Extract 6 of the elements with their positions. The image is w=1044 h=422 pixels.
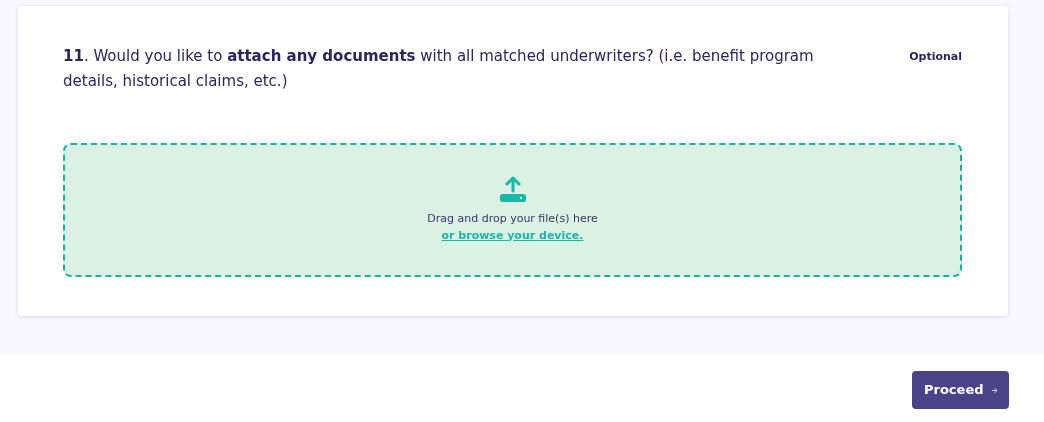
optional-label: Optional xyxy=(909,49,962,65)
dropzone-prompt: Drag and drop your file(s) here xyxy=(427,211,598,227)
question-text: 11. Would you like to attach any documents with all matched underwriters? (i.e. benefit program details, historical claims, etc.) xyxy=(63,46,815,92)
proceed-button[interactable]: Proceed xyxy=(912,371,1009,409)
file-dropzone[interactable]: Drag and drop your file(s) here or browse your device. xyxy=(63,143,962,277)
upload-icon xyxy=(499,176,526,203)
